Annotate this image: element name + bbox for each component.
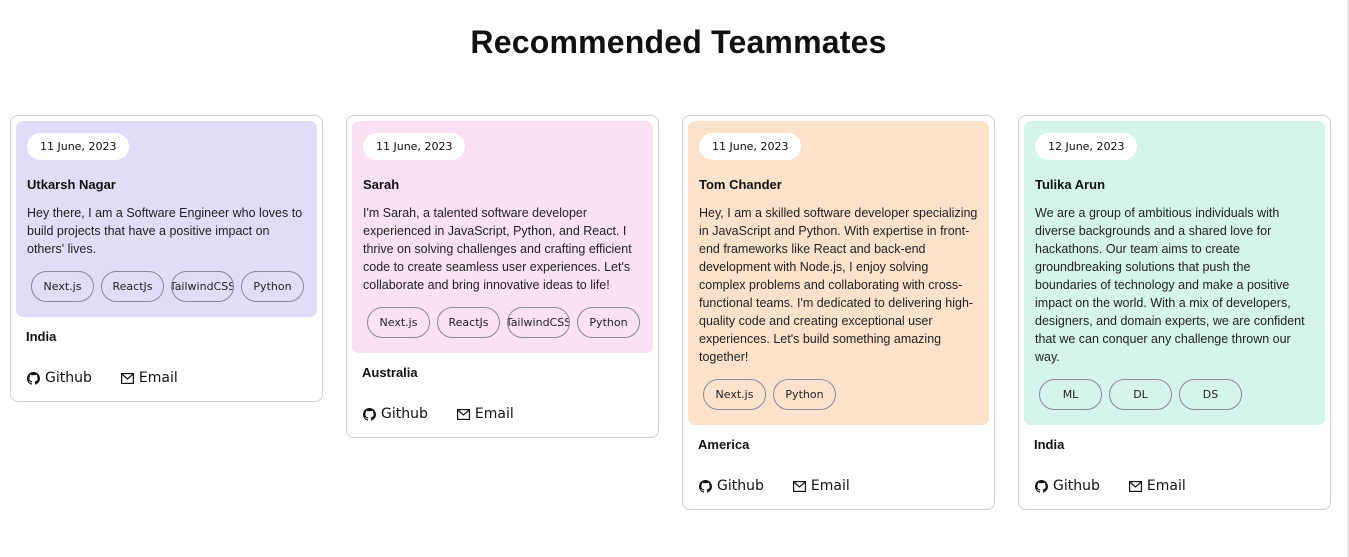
skill-tag: ReactJs [101, 271, 164, 302]
github-link[interactable]: Github [1035, 478, 1100, 494]
teammate-card: 12 June, 2023 Tulika Arun We are a group… [1018, 115, 1331, 510]
teammate-card: 11 June, 2023 Sarah I'm Sarah, a talente… [346, 115, 659, 438]
github-icon [27, 371, 40, 385]
email-link[interactable]: Email [1128, 478, 1186, 494]
contact-links: Github Email [16, 344, 317, 401]
github-label: Github [1053, 478, 1100, 494]
date-badge: 11 June, 2023 [27, 133, 130, 160]
mail-icon [120, 372, 134, 384]
skill-tag: Python [773, 379, 836, 410]
email-label: Email [810, 478, 850, 494]
skill-tags: Next.js Python [699, 379, 978, 410]
email-link[interactable]: Email [456, 406, 514, 422]
teammate-location: America [698, 437, 750, 452]
teammate-bio: Hey there, I am a Software Engineer who … [27, 206, 303, 256]
skill-tags: Next.js ReactJs TailwindCSS Python [363, 307, 642, 338]
mail-icon [456, 408, 470, 420]
github-icon [1035, 479, 1048, 493]
github-link[interactable]: Github [699, 478, 764, 494]
mail-icon [792, 480, 806, 492]
teammate-name: Tom Chander [699, 177, 782, 192]
email-label: Email [138, 370, 178, 386]
github-label: Github [45, 370, 92, 386]
email-link[interactable]: Email [120, 370, 178, 386]
mail-icon [1128, 480, 1142, 492]
skill-tag: Next.js [703, 379, 766, 410]
skill-tag: ReactJs [437, 307, 500, 338]
email-link[interactable]: Email [792, 478, 850, 494]
contact-links: Github Email [1024, 452, 1325, 509]
date-badge: 12 June, 2023 [1035, 133, 1138, 160]
teammate-card: 11 June, 2023 Utkarsh Nagar Hey there, I… [10, 115, 323, 402]
skill-tag: DS [1179, 379, 1242, 410]
teammate-location: India [1034, 437, 1065, 452]
email-label: Email [474, 406, 514, 422]
teammate-bio: Hey, I am a skilled software developer s… [699, 206, 978, 364]
github-link[interactable]: Github [363, 406, 428, 422]
skill-tag: Python [241, 271, 304, 302]
card-panel: 12 June, 2023 Tulika Arun We are a group… [1024, 121, 1325, 425]
date-badge: 11 June, 2023 [363, 133, 466, 160]
teammate-card: 11 June, 2023 Tom Chander Hey, I am a sk… [682, 115, 995, 510]
teammate-bio: We are a group of ambitious individuals … [1035, 206, 1305, 364]
skill-tags: ML DL DS [1035, 379, 1314, 410]
contact-links: Github Email [688, 452, 989, 509]
teammate-card-list: 11 June, 2023 Utkarsh Nagar Hey there, I… [10, 115, 1331, 510]
skill-tag: Next.js [367, 307, 430, 338]
card-panel: 11 June, 2023 Sarah I'm Sarah, a talente… [352, 121, 653, 353]
github-label: Github [717, 478, 764, 494]
date-badge: 11 June, 2023 [699, 133, 802, 160]
skill-tag: TailwindCSS [507, 307, 570, 338]
skill-tag: Next.js [31, 271, 94, 302]
skill-tag: ML [1039, 379, 1102, 410]
skill-tags: Next.js ReactJs TailwindCSS Python [27, 271, 306, 302]
github-label: Github [381, 406, 428, 422]
github-link[interactable]: Github [27, 370, 92, 386]
github-icon [363, 407, 376, 421]
skill-tag: DL [1109, 379, 1172, 410]
card-panel: 11 June, 2023 Utkarsh Nagar Hey there, I… [16, 121, 317, 317]
skill-tag: TailwindCSS [171, 271, 234, 302]
teammate-name: Utkarsh Nagar [27, 177, 116, 192]
skill-tag: Python [577, 307, 640, 338]
teammate-location: Australia [362, 365, 418, 380]
page-title: Recommended Teammates [470, 24, 887, 60]
github-icon [699, 479, 712, 493]
card-panel: 11 June, 2023 Tom Chander Hey, I am a sk… [688, 121, 989, 425]
teammate-name: Sarah [363, 177, 400, 192]
teammate-name: Tulika Arun [1035, 177, 1106, 192]
contact-links: Github Email [352, 380, 653, 437]
teammate-bio: I'm Sarah, a talented software developer… [363, 206, 632, 292]
email-label: Email [1146, 478, 1186, 494]
teammate-location: India [26, 329, 57, 344]
